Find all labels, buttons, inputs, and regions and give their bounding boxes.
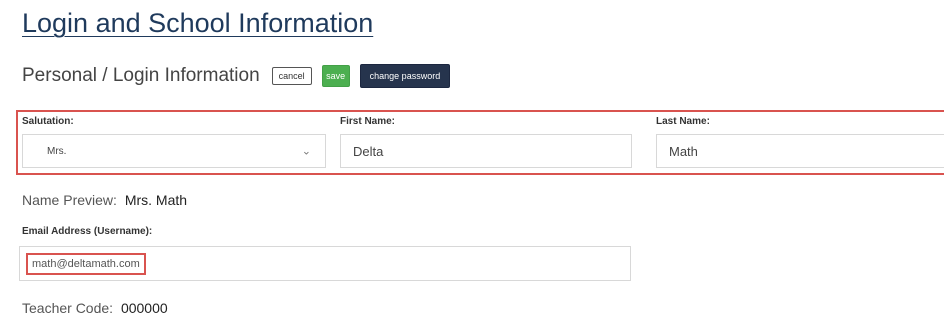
- salutation-value: Mrs.: [47, 145, 67, 157]
- cancel-button[interactable]: cancel: [271, 67, 312, 85]
- personal-section-header: Personal / Login Information cancel save…: [22, 62, 460, 90]
- first-name-label: First Name:: [340, 116, 396, 127]
- page: Login and School Information Personal / …: [0, 0, 944, 323]
- first-name-value: Delta: [353, 143, 384, 159]
- page-title: Login and School Information: [22, 8, 374, 38]
- salutation-label: Salutation:: [22, 116, 74, 127]
- change-password-button[interactable]: change password: [359, 64, 451, 88]
- name-preview: Name Preview: Mrs. Math: [22, 192, 187, 208]
- teacher-code-value: 000000: [120, 300, 168, 316]
- email-value: math@deltamath.com: [32, 258, 140, 270]
- email-input[interactable]: math@deltamath.com: [19, 246, 631, 281]
- name-preview-value: Mrs. Math: [124, 192, 188, 208]
- last-name-label: Last Name:: [656, 116, 710, 127]
- save-button[interactable]: save: [321, 65, 350, 87]
- salutation-select[interactable]: Mrs. ⌄: [22, 134, 326, 168]
- name-preview-label: Name Preview:: [22, 192, 117, 208]
- email-label: Email Address (Username):: [22, 226, 153, 237]
- section-heading: Personal / Login Information: [22, 65, 260, 86]
- teacher-code-label: Teacher Code:: [22, 300, 114, 316]
- name-fields-highlight: Salutation: Mrs. ⌄ First Name: Delta Las…: [16, 110, 944, 175]
- teacher-code: Teacher Code: 000000: [22, 300, 168, 316]
- first-name-input[interactable]: Delta: [340, 134, 632, 168]
- email-value-highlight: math@deltamath.com: [26, 253, 146, 275]
- last-name-input[interactable]: Math: [656, 134, 944, 168]
- chevron-down-icon: ⌄: [301, 145, 311, 158]
- last-name-value: Math: [669, 143, 698, 159]
